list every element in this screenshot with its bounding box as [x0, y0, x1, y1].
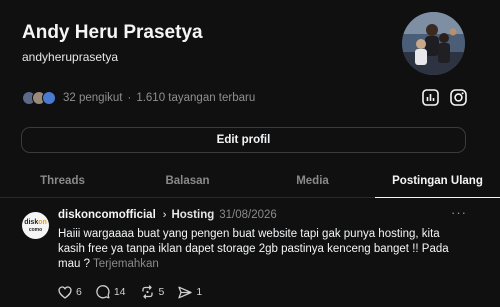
avatar-photo — [402, 12, 465, 75]
like-button[interactable]: 6 — [58, 285, 82, 299]
repost-icon — [141, 285, 153, 299]
post-topic[interactable]: Hosting — [171, 209, 214, 221]
repost-button[interactable]: 5 — [140, 285, 165, 299]
tab-media[interactable]: Media — [250, 164, 375, 197]
avatar-text-sub: como — [28, 226, 43, 233]
post-author[interactable]: diskoncomofficial — [58, 209, 156, 221]
bar-chart-icon — [421, 88, 439, 106]
followers-count[interactable]: 32 pengikut — [63, 92, 122, 104]
instagram-glyph-icon — [449, 88, 467, 106]
share-button[interactable]: 1 — [178, 286, 202, 299]
tab-replies[interactable]: Balasan — [125, 164, 250, 197]
heart-icon — [58, 285, 72, 299]
profile-handle: andyheruprasetya — [22, 50, 119, 64]
separator: · — [127, 92, 132, 104]
send-icon — [178, 286, 193, 298]
chevron-right-icon: › — [162, 209, 167, 221]
post-body: Haiii wargaaaa buat yang pengen buat web… — [58, 227, 458, 272]
views-count: 1.610 tayangan terbaru — [136, 92, 256, 104]
instagram-icon[interactable] — [449, 88, 467, 106]
profile-name: Andy Heru Prasetya — [22, 22, 203, 43]
tab-reposts[interactable]: Postingan Ulang — [375, 164, 500, 198]
follower-avatars — [22, 91, 56, 105]
insights-icon[interactable] — [421, 88, 439, 106]
tab-threads[interactable]: Threads — [0, 164, 125, 197]
follower-avatar — [42, 91, 56, 105]
edit-profile-button[interactable]: Edit profil — [21, 127, 466, 153]
post-item[interactable]: diskon como diskoncomofficial › Hosting … — [0, 199, 500, 307]
more-options-icon[interactable]: ··· — [451, 205, 467, 220]
reply-count: 14 — [113, 286, 126, 298]
reply-button[interactable]: 14 — [96, 285, 126, 299]
post-author-avatar[interactable]: diskon como — [22, 212, 49, 239]
avatar-text-accent: on — [38, 218, 47, 226]
repost-count: 5 — [158, 286, 165, 298]
share-count: 1 — [196, 286, 203, 298]
comment-icon — [96, 285, 110, 299]
post-header: diskoncomofficial › Hosting 31/08/2026 — [58, 209, 277, 221]
profile-tabs: Threads Balasan Media Postingan Ulang — [0, 164, 500, 198]
post-actions: 6 14 5 1 — [58, 285, 216, 299]
like-count: 6 — [76, 286, 82, 298]
avatar-text: disk — [24, 218, 39, 226]
translate-link[interactable]: Terjemahkan — [93, 258, 159, 270]
post-date: 31/08/2026 — [219, 209, 277, 221]
followers-row[interactable]: 32 pengikut · 1.610 tayangan terbaru — [22, 90, 255, 106]
profile-avatar[interactable] — [402, 12, 465, 75]
